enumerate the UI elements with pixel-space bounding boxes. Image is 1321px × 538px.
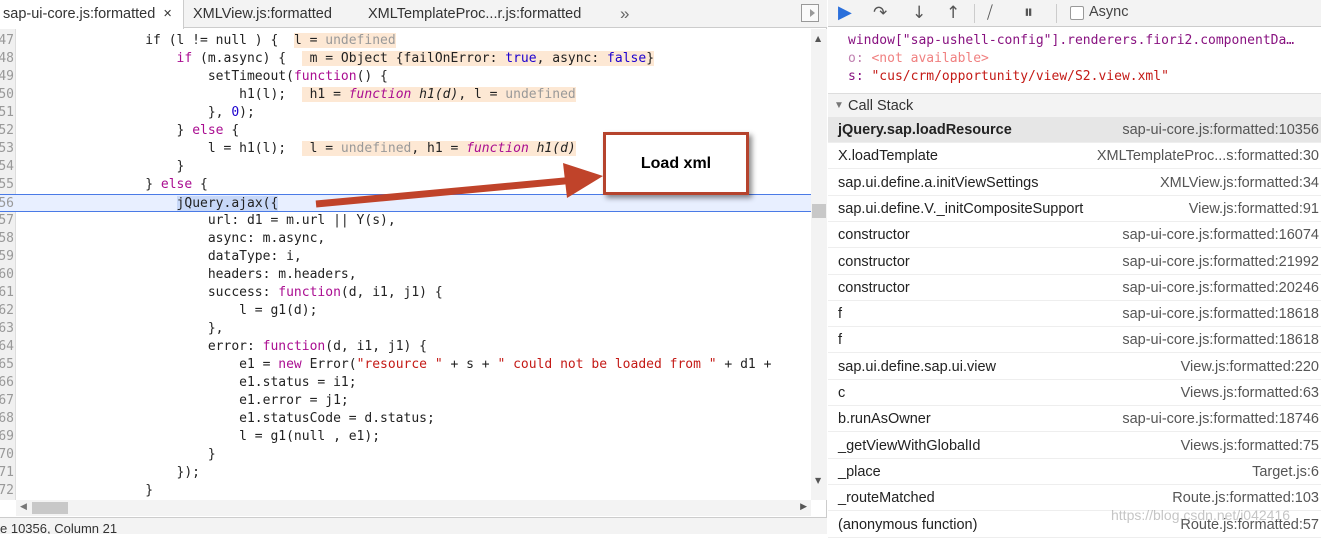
call-stack-title: Call Stack: [848, 98, 914, 114]
deactivate-breakpoints-icon[interactable]: ⧸: [987, 2, 993, 24]
call-stack-frame[interactable]: constructor sap-ui-core.js:formatted:2024…: [828, 275, 1321, 301]
call-stack-frame[interactable]: f sap-ui-core.js:formatted:18618: [828, 327, 1321, 354]
call-stack-frame[interactable]: _getViewWithGlobalId Views.js:formatted:7…: [828, 433, 1321, 459]
call-stack-frame[interactable]: constructor sap-ui-core.js:formatted:2199…: [828, 249, 1321, 275]
async-checkbox[interactable]: [1070, 6, 1084, 20]
frame-location[interactable]: sap-ui-core.js:formatted:10356: [1122, 117, 1319, 143]
frame-function: f: [838, 332, 843, 349]
scope-var-o: o: <not available>: [848, 51, 989, 66]
step-over-icon[interactable]: ↷: [873, 2, 887, 24]
call-stack-frame[interactable]: X.loadTemplate XMLTemplateProc...s:format…: [828, 143, 1321, 170]
resume-icon[interactable]: ▶︎: [838, 2, 852, 24]
frame-function: X.loadTemplate: [838, 148, 938, 165]
scope-panel: window["sap-ushell-config"].renderers.fi…: [828, 28, 1321, 92]
frame-function: _place: [838, 463, 881, 480]
frame-location[interactable]: sap-ui-core.js:formatted:18618: [1122, 301, 1319, 327]
step-out-icon[interactable]: ↑: [946, 2, 960, 24]
annotation-arrow: [315, 163, 603, 208]
frame-location[interactable]: sap-ui-core.js:formatted:18618: [1122, 327, 1319, 353]
call-stack-frame[interactable]: c Views.js:formatted:63: [828, 380, 1321, 406]
frame-location[interactable]: sap-ui-core.js:formatted:20246: [1122, 275, 1319, 301]
frame-location[interactable]: View.js:formatted:220: [1181, 354, 1319, 380]
scope-var-s: s: "cus/crm/opportunity/view/S2.view.xml…: [848, 69, 1169, 84]
step-into-icon[interactable]: ↓: [912, 2, 926, 24]
frame-location[interactable]: sap-ui-core.js:formatted:21992: [1122, 249, 1319, 275]
frame-location[interactable]: sap-ui-core.js:formatted:16074: [1122, 222, 1319, 248]
frame-location[interactable]: sap-ui-core.js:formatted:18746: [1122, 406, 1319, 432]
frame-location[interactable]: Views.js:formatted:75: [1181, 433, 1319, 459]
frame-function: _getViewWithGlobalId: [838, 437, 981, 454]
collapse-triangle-icon: ▼: [834, 100, 844, 111]
call-stack-frame[interactable]: sap.ui.define.sap.ui.view View.js:formatt…: [828, 354, 1321, 380]
call-stack-frame[interactable]: constructor sap-ui-core.js:formatted:1607…: [828, 222, 1321, 249]
frame-function: _routeMatched: [838, 490, 935, 507]
debugger-toolbar: ▶︎ ↷ ↓ ↑ ⧸ ⏸ Async: [828, 0, 1321, 27]
pause-on-exceptions-icon[interactable]: ⏸: [1024, 2, 1033, 24]
call-stack-frame[interactable]: sap.ui.define.a.initViewSettings XMLView.…: [828, 170, 1321, 196]
annotation-callout: Load xml: [603, 132, 749, 195]
frame-function: sap.ui.define.sap.ui.view: [838, 358, 996, 375]
call-stack-frame[interactable]: _place Target.js:6: [828, 459, 1321, 485]
async-label: Async: [1089, 4, 1129, 20]
frame-function: sap.ui.define.V._initCompositeSupport: [838, 200, 1084, 217]
call-stack-frame[interactable]: sap.ui.define.V._initCompositeSupport Vie…: [828, 196, 1321, 222]
frame-location[interactable]: Views.js:formatted:63: [1181, 380, 1319, 406]
frame-function: c: [838, 385, 846, 401]
call-stack-frame[interactable]: f sap-ui-core.js:formatted:18618: [828, 301, 1321, 328]
frame-function: jQuery.sap.loadResource: [838, 122, 1012, 138]
frame-location[interactable]: View.js:formatted:91: [1189, 196, 1319, 222]
frame-function: constructor: [838, 253, 910, 270]
frame-function: constructor: [838, 227, 910, 244]
scope-line: window["sap-ushell-config"].renderers.fi…: [848, 33, 1295, 48]
frame-function: f: [838, 306, 843, 323]
frame-location[interactable]: Target.js:6: [1252, 459, 1319, 485]
frame-location[interactable]: XMLTemplateProc...s:formatted:30: [1097, 143, 1319, 169]
debugger-sidebar: ▶︎ ↷ ↓ ↑ ⧸ ⏸ Async window["sap-ushell-co…: [828, 0, 1321, 538]
watermark: https://blog.csdn.net/i042416: [1111, 507, 1291, 523]
frame-function: b.runAsOwner: [838, 411, 931, 428]
call-stack-header[interactable]: ▼ Call Stack: [828, 93, 1321, 117]
call-stack-frame[interactable]: b.runAsOwner sap-ui-core.js:formatted:187…: [828, 406, 1321, 433]
frame-function: sap.ui.define.a.initViewSettings: [838, 174, 1039, 191]
frame-function: constructor: [838, 279, 910, 296]
call-stack-frame[interactable]: jQuery.sap.loadResource sap-ui-core.js:fo…: [828, 117, 1321, 143]
frame-location[interactable]: XMLView.js:formatted:34: [1160, 170, 1319, 196]
